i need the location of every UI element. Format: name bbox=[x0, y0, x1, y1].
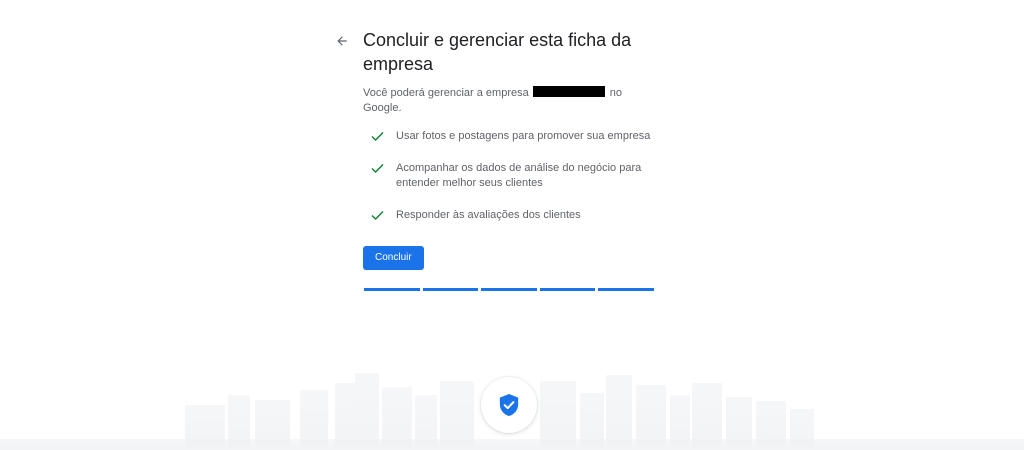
feature-item: Usar fotos e postagens para promover sua… bbox=[363, 129, 658, 144]
verified-shield-icon bbox=[499, 394, 519, 416]
arrow-back-icon bbox=[337, 36, 347, 46]
redacted-business-name bbox=[532, 86, 605, 97]
feature-item: Acompanhar os dados de análise do negóci… bbox=[363, 161, 658, 191]
progress-step bbox=[539, 288, 596, 291]
description-prefix: Você poderá gerenciar a empresa bbox=[363, 87, 529, 99]
page-title: Concluir e gerenciar esta ficha da empre… bbox=[363, 30, 632, 74]
progress-step bbox=[422, 288, 479, 291]
progress-bar bbox=[364, 288, 654, 291]
progress-step bbox=[598, 288, 654, 291]
done-button[interactable]: Concluir bbox=[363, 246, 424, 270]
feature-text: Usar fotos e postagens para promover sua… bbox=[396, 130, 651, 142]
check-icon bbox=[371, 163, 384, 174]
back-button[interactable] bbox=[330, 29, 354, 53]
check-icon bbox=[371, 131, 384, 142]
main-content: Concluir e gerenciar esta ficha da empre… bbox=[363, 28, 658, 270]
progress-step bbox=[481, 288, 537, 291]
feature-text: Acompanhar os dados de análise do negóci… bbox=[396, 162, 642, 189]
feature-text: Responder às avaliações dos clientes bbox=[396, 209, 581, 221]
check-icon bbox=[371, 210, 384, 221]
feature-list: Usar fotos e postagens para promover sua… bbox=[363, 129, 658, 223]
description: Você poderá gerenciar a empresa no Googl… bbox=[363, 86, 658, 116]
verified-badge bbox=[481, 377, 537, 433]
progress-step bbox=[364, 288, 420, 291]
feature-item: Responder às avaliações dos clientes bbox=[363, 208, 658, 223]
